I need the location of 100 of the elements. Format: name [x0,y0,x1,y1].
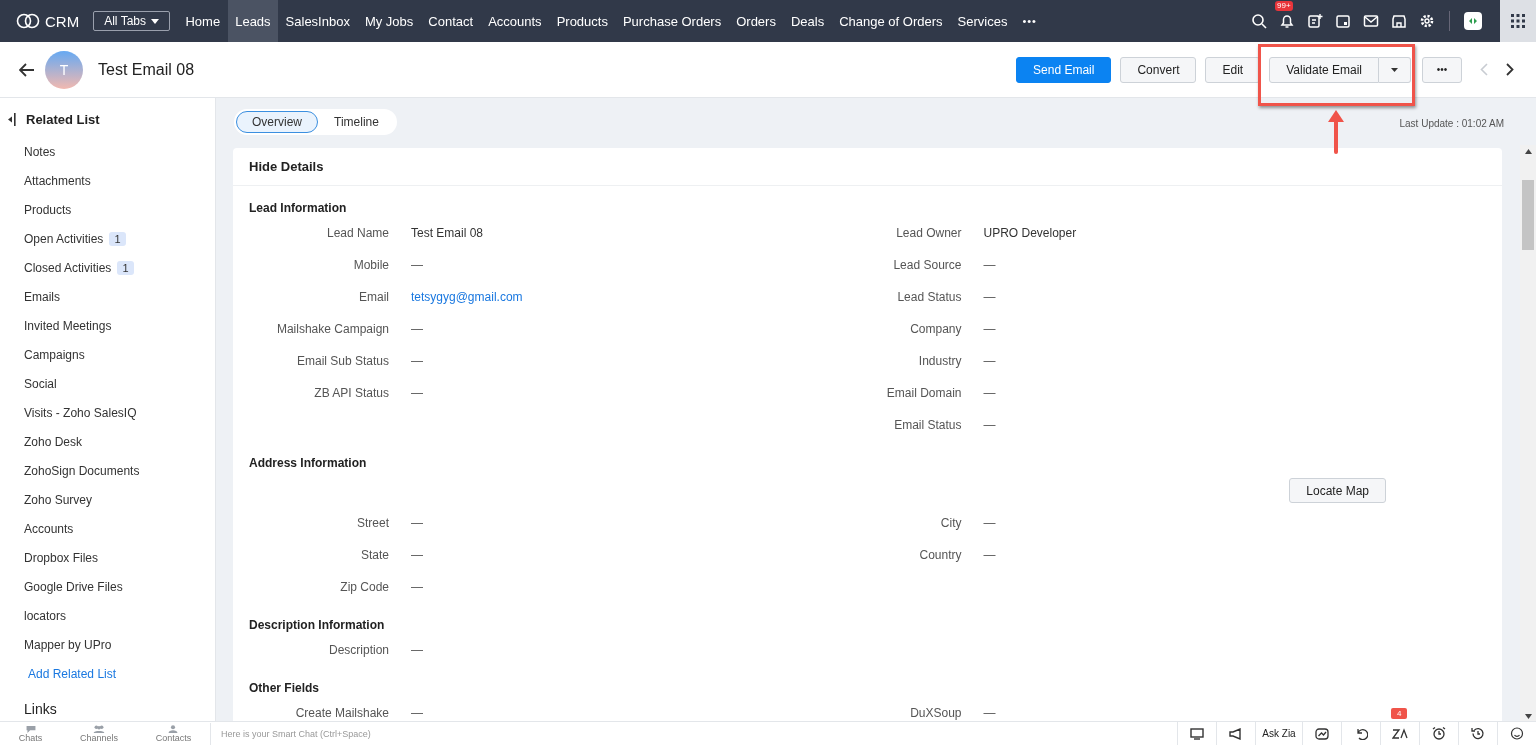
next-chevron-icon[interactable] [1506,63,1514,76]
related-list-item[interactable]: Dropbox Files [24,550,99,565]
grid-icon [1511,14,1525,28]
field-value: — [983,418,996,432]
nav-tab[interactable]: Change of Orders [831,0,951,42]
section-title: Lead Information [249,201,348,215]
related-list-item[interactable]: Zoho Survey [24,492,93,507]
nav-tab[interactable]: Purchase Orders [615,0,729,42]
related-list-item[interactable]: Google Drive Files [24,579,123,594]
send-email-button[interactable]: Send Email [1016,56,1112,83]
scroll-up-arrow-icon[interactable] [1524,149,1532,154]
add-related-list-link[interactable]: Add Related List [8,659,215,688]
field-label: Email [358,290,389,304]
footer-app-button[interactable]: Chats [18,724,43,743]
back-arrow-icon[interactable] [19,62,35,77]
related-list-item[interactable]: locators [24,608,67,623]
nav-tab[interactable]: Services [950,0,1015,42]
related-list-item[interactable]: Accounts [24,521,74,536]
section-title: Description Information [249,618,386,632]
nav-tab[interactable]: Contact [420,0,481,42]
related-list-item[interactable]: Zoho Desk [24,434,83,449]
nav-tab[interactable]: Leads [227,0,279,42]
related-list-item[interactable]: Mapper by UPro [24,637,112,652]
field-label: Lead Owner [895,226,962,240]
field-value: — [983,322,996,336]
view-tab[interactable]: Overview [236,110,318,133]
related-list-item[interactable]: Products [24,202,72,217]
related-list-item[interactable]: Invited Meetings [24,318,112,333]
hide-details-toggle[interactable]: Hide Details [233,148,1502,186]
field-value: — [983,290,996,304]
related-list-item[interactable]: Emails [24,289,60,304]
field-value: — [983,706,996,720]
app-grid-button[interactable] [1500,0,1536,42]
field-value: — [411,706,423,720]
ask-zia-button[interactable]: Ask Zia [1255,722,1302,745]
related-list-item[interactable]: Notes [24,144,56,159]
related-list-item[interactable]: Visits - Zoho SalesIQ [24,405,137,420]
user-app-icon[interactable] [1464,12,1482,30]
links-heading: Links [23,701,58,717]
email-link[interactable]: tetsygyg@gmail.com [411,290,523,304]
footer-app-button[interactable]: Contacts [155,724,192,743]
store-icon[interactable] [1391,13,1407,29]
search-icon[interactable] [1251,13,1267,29]
related-list-item[interactable]: Closed Activities [24,260,112,275]
settings-icon[interactable] [1419,13,1435,29]
record-title: Test Email 08 [98,60,195,79]
footer-app-button[interactable]: Channels [79,724,118,743]
annotation-arrow [1326,108,1346,154]
related-list-item[interactable]: Attachments [24,173,91,188]
view-tab[interactable]: Timeline [318,110,395,133]
scrollbar-thumb[interactable] [1522,180,1534,250]
last-update-text: Last Update : 01:02 AM [1399,118,1504,129]
nav-tab[interactable]: Home [178,0,228,42]
alarm-clock-icon [1432,727,1446,740]
section-title: Other Fields [249,681,320,695]
field-label: State [359,548,389,562]
history-icon [1471,727,1485,740]
caret-icon [1391,67,1398,72]
related-list-item[interactable]: ZohoSign Documents [24,463,140,478]
validate-email-button[interactable]: Validate Email [1269,56,1379,83]
related-list-item[interactable]: Open Activities [24,231,104,246]
field-label: Country [918,548,962,562]
related-list-item[interactable]: Campaigns [24,347,85,362]
caret-icon [151,18,159,24]
action-button[interactable]: Convert [1120,56,1197,83]
nav-tab[interactable]: Products [549,0,616,42]
nav-tab[interactable]: Orders [728,0,784,42]
locate-map-button[interactable]: Locate Map [1289,478,1386,503]
mail-icon[interactable] [1363,13,1379,29]
notification-count-badge: 99+ [1275,1,1293,11]
field-label: Zip Code [339,580,389,594]
field-value: — [411,386,423,400]
action-button[interactable]: Edit [1205,56,1261,83]
field-value: — [411,580,423,594]
notification-count-badge: 4 [1391,708,1408,719]
smiley-icon [1510,727,1524,740]
field-label: Lead Status [896,290,962,304]
nav-tab[interactable]: SalesInbox [278,0,358,42]
field-value: — [411,548,423,562]
section-title: Address Information [249,456,368,470]
more-actions-button[interactable]: ••• [1422,56,1462,83]
all-tabs-dropdown[interactable]: All Tabs [93,11,170,31]
related-list-item[interactable]: Social [24,376,57,391]
nav-tab[interactable]: Deals [783,0,832,42]
scrollbar[interactable] [1520,145,1536,721]
count-badge: 1 [117,260,134,275]
nav-tab[interactable]: Accounts [480,0,550,42]
field-label: Email Sub Status [295,354,389,368]
megaphone-icon [1229,727,1243,740]
field-label: Description [327,643,389,657]
notification-bell-icon[interactable] [1279,13,1295,29]
field-value: — [411,322,423,336]
more-tabs-button[interactable]: ••• [1014,0,1045,42]
chart-icon [1315,727,1329,740]
calendar-icon[interactable] [1335,13,1351,29]
scroll-down-arrow-icon[interactable] [1524,714,1532,719]
nav-tab[interactable]: My Jobs [357,0,421,42]
collapse-icon[interactable] [8,113,16,126]
zia-icon [1392,727,1408,740]
note-plus-icon[interactable] [1307,13,1323,29]
